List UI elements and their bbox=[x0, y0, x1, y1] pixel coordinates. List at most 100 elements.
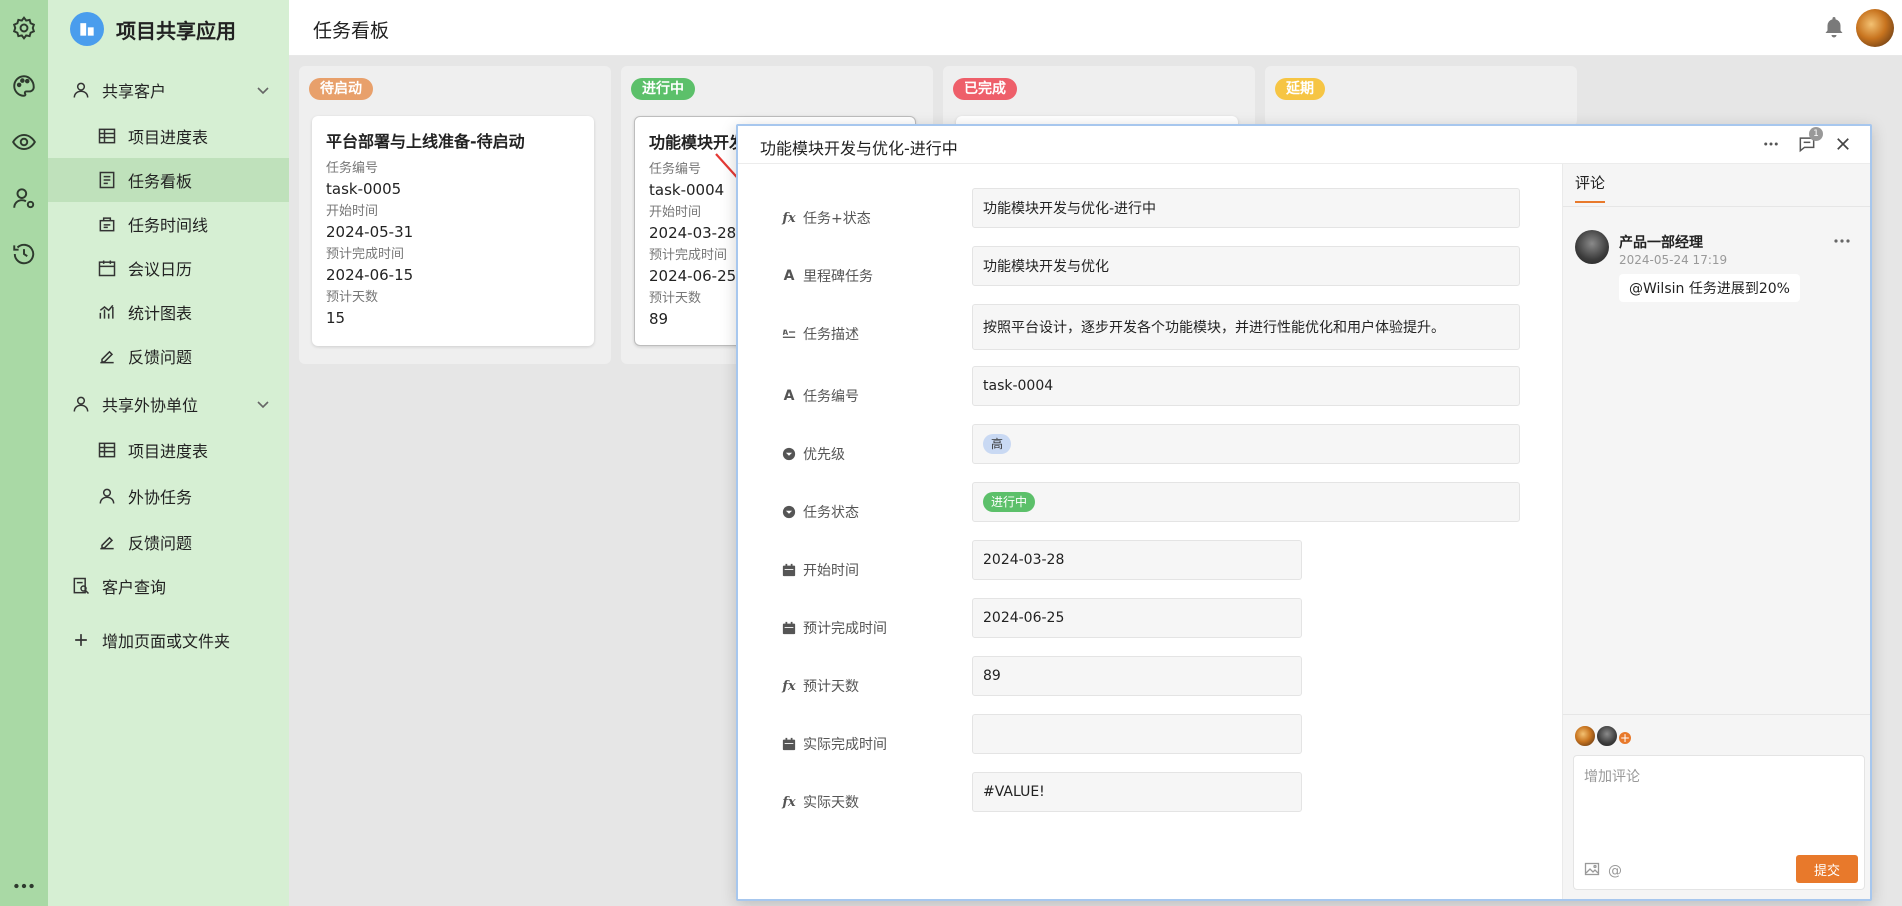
sidebar-item-project-progress[interactable]: 项目进度表 bbox=[48, 114, 289, 158]
close-button[interactable] bbox=[1832, 133, 1854, 155]
close-icon bbox=[1837, 138, 1849, 150]
field-label: fx 实际天数 bbox=[781, 792, 859, 812]
kanban-column-delayed: 延期 bbox=[1265, 66, 1577, 126]
field-value[interactable]: 按照平台设计，逐步开发各个功能模块，并进行性能优化和用户体验提升。 bbox=[972, 304, 1520, 350]
card-field-value: 15 bbox=[326, 309, 346, 327]
partner-group-icon bbox=[70, 393, 92, 415]
column-tag: 进行中 bbox=[631, 78, 695, 100]
chevron-down-icon[interactable] bbox=[255, 396, 271, 412]
sidebar-item-meeting-calendar[interactable]: 会议日历 bbox=[48, 246, 289, 290]
comment-more-icon[interactable] bbox=[1832, 236, 1852, 246]
field-label-text: 实际天数 bbox=[803, 795, 859, 811]
modal-header: 功能模块开发与优化-进行中 1 bbox=[738, 126, 1870, 164]
field-value[interactable]: 进行中 bbox=[972, 482, 1520, 522]
tab-comments[interactable]: 评论 bbox=[1575, 172, 1606, 203]
image-icon[interactable] bbox=[1584, 861, 1600, 877]
edit-icon bbox=[96, 345, 118, 367]
task-card[interactable]: 平台部署与上线准备-待启动 任务编号 task-0005 开始时间 2024-0… bbox=[312, 116, 594, 346]
add-page-button[interactable]: 增加页面或文件夹 bbox=[48, 620, 289, 660]
comment-input[interactable]: 增加评论 @ 提交 bbox=[1573, 755, 1865, 890]
user-settings-icon[interactable] bbox=[0, 178, 48, 218]
sidebar-item-label: 统计图表 bbox=[128, 304, 193, 323]
nav-group-shared-partners[interactable]: 共享外协单位 bbox=[48, 384, 289, 424]
bell-icon[interactable] bbox=[1822, 14, 1846, 40]
edit-icon bbox=[96, 531, 118, 553]
field-label-text: 任务描述 bbox=[803, 327, 859, 343]
sidebar-item-task-timeline[interactable]: 任务时间线 bbox=[48, 202, 289, 246]
nav-group-label: 共享外协单位 bbox=[102, 396, 199, 415]
long-text-icon bbox=[781, 326, 797, 342]
field-value[interactable] bbox=[972, 714, 1302, 754]
priority-pill: 高 bbox=[983, 434, 1012, 454]
field-label: A 里程碑任务 bbox=[781, 266, 873, 286]
chevron-down-icon[interactable] bbox=[255, 82, 271, 98]
field-label-text: 里程碑任务 bbox=[803, 269, 873, 285]
sidebar-item-customer-query[interactable]: 客户查询 bbox=[48, 566, 289, 606]
field-value[interactable]: task-0004 bbox=[972, 366, 1520, 406]
sidebar-item-feedback-2[interactable]: 反馈问题 bbox=[48, 520, 289, 564]
field-label: 任务描述 bbox=[781, 324, 859, 344]
icon-rail bbox=[0, 0, 48, 906]
nav-group-shared-customers[interactable]: 共享客户 bbox=[48, 70, 289, 110]
field-value[interactable]: 2024-03-28 bbox=[972, 540, 1302, 580]
calendar-icon bbox=[96, 257, 118, 279]
sidebar-item-label: 反馈问题 bbox=[128, 534, 193, 553]
field-label: 预计完成时间 bbox=[781, 618, 887, 638]
status-pill: 进行中 bbox=[983, 492, 1036, 512]
comment-count-badge: 1 bbox=[1809, 127, 1823, 141]
board-icon bbox=[96, 169, 118, 191]
field-label-text: 优先级 bbox=[803, 447, 845, 463]
eye-icon[interactable] bbox=[0, 122, 48, 162]
mention-icon[interactable]: @ bbox=[1608, 863, 1622, 879]
field-label-text: 预计完成时间 bbox=[803, 621, 887, 637]
sidebar-item-task-board[interactable]: 任务看板 bbox=[48, 158, 289, 202]
field-label: fx 任务+状态 bbox=[781, 208, 870, 228]
field-value[interactable]: 89 bbox=[972, 656, 1302, 696]
card-field-value: 2024-05-31 bbox=[326, 223, 414, 241]
comment-toggle-button[interactable]: 1 bbox=[1796, 127, 1823, 155]
sidebar-item-statistics[interactable]: 统计图表 bbox=[48, 290, 289, 334]
column-tag: 已完成 bbox=[953, 78, 1017, 100]
table-icon bbox=[96, 125, 118, 147]
avatar[interactable] bbox=[1856, 9, 1894, 47]
field-value[interactable]: 功能模块开发与优化 bbox=[972, 246, 1520, 286]
field-value[interactable]: 2024-06-25 bbox=[972, 598, 1302, 638]
app-logo-icon bbox=[70, 12, 104, 46]
sidebar-item-label: 任务时间线 bbox=[128, 216, 209, 235]
card-field-label: 开始时间 bbox=[326, 204, 379, 219]
formula-icon: fx bbox=[782, 210, 796, 226]
divider bbox=[1563, 206, 1870, 207]
card-field-value: 2024-06-15 bbox=[326, 266, 414, 284]
sidebar-item-label: 反馈问题 bbox=[128, 348, 193, 367]
sidebar-item-feedback[interactable]: 反馈问题 bbox=[48, 334, 289, 378]
nav-group-label: 共享客户 bbox=[102, 82, 167, 101]
field-value[interactable]: 功能模块开发与优化-进行中 bbox=[972, 188, 1520, 228]
sidebar-item-partner-tasks[interactable]: 外协任务 bbox=[48, 474, 289, 518]
user-icon bbox=[96, 485, 118, 507]
sidebar: 项目共享应用 共享客户 项目进度表 任务看板 任务时间线 会议日历 统计图表 反… bbox=[48, 0, 289, 906]
divider bbox=[1563, 714, 1870, 715]
comment-avatar bbox=[1575, 230, 1609, 264]
history-icon[interactable] bbox=[0, 234, 48, 274]
topbar: 任务看板 bbox=[289, 0, 1902, 56]
card-title: 平台部署与上线准备-待启动 bbox=[326, 132, 525, 151]
card-field-label: 预计完成时间 bbox=[326, 247, 405, 262]
text-icon: A bbox=[783, 388, 795, 404]
more-icon[interactable] bbox=[0, 866, 48, 906]
field-value[interactable]: 高 bbox=[972, 424, 1520, 464]
field-value[interactable]: #VALUE! bbox=[972, 772, 1302, 812]
sidebar-item-label: 项目进度表 bbox=[128, 442, 209, 461]
sidebar-item-project-progress-2[interactable]: 项目进度表 bbox=[48, 428, 289, 472]
chart-icon bbox=[96, 301, 118, 323]
more-options-button[interactable] bbox=[1760, 133, 1782, 155]
search-doc-icon bbox=[70, 575, 92, 597]
field-label: 开始时间 bbox=[781, 560, 859, 580]
column-tag: 延期 bbox=[1275, 78, 1325, 100]
palette-icon[interactable] bbox=[0, 66, 48, 106]
submit-comment-button[interactable]: 提交 bbox=[1796, 855, 1858, 883]
comment-time: 2024-05-24 17:19 bbox=[1619, 253, 1728, 267]
formula-icon: fx bbox=[782, 794, 796, 810]
settings-icon[interactable] bbox=[0, 8, 48, 48]
customer-group-icon bbox=[70, 79, 92, 101]
add-participant-icon[interactable]: + bbox=[1617, 730, 1633, 746]
